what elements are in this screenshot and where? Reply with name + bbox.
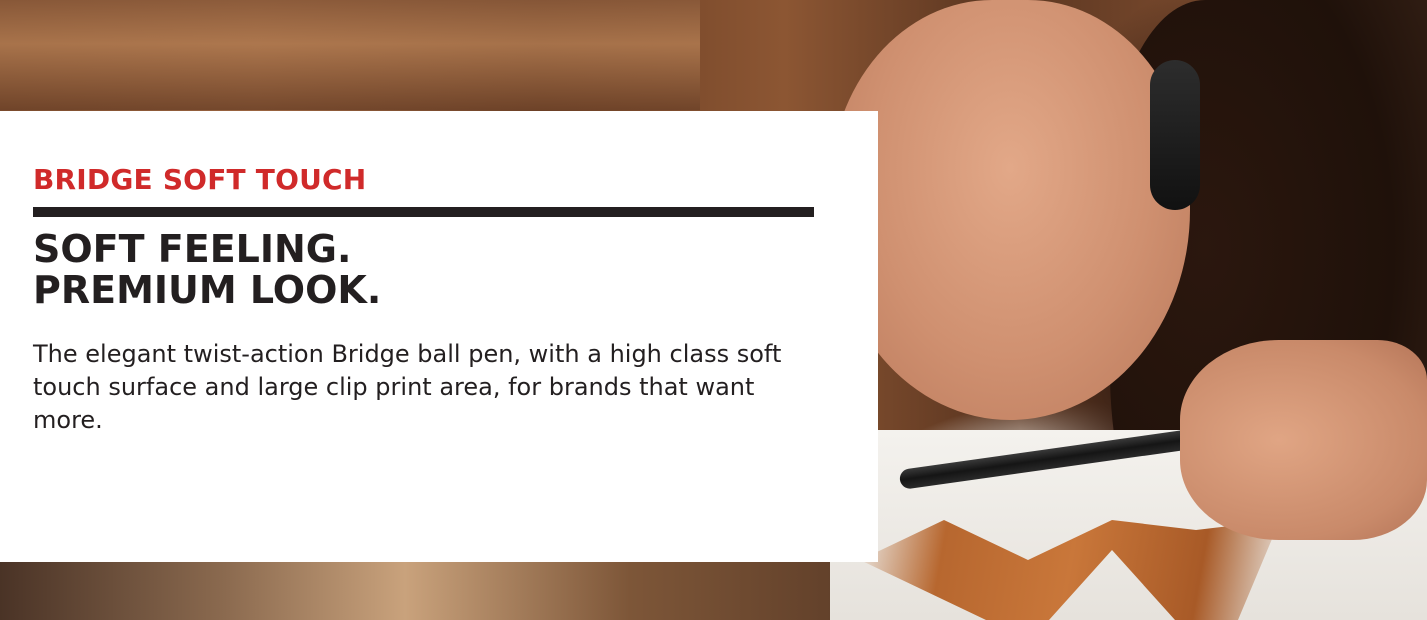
background-bookshelf [0,0,700,110]
headset-icon [1150,60,1200,210]
headline: SOFT FEELING. PREMIUM LOOK. [33,229,381,311]
promo-card: BRIDGE SOFT TOUCH SOFT FEELING. PREMIUM … [0,111,878,562]
background-bottom-blur [0,560,900,620]
headline-line-1: SOFT FEELING. [33,227,352,271]
product-description: The elegant twist-action Bridge ball pen… [33,340,782,434]
hand [1180,340,1427,540]
face [830,0,1190,420]
product-name: BRIDGE SOFT TOUCH [33,163,367,196]
divider-rule [33,207,814,217]
headline-line-2: PREMIUM LOOK. [33,268,382,312]
